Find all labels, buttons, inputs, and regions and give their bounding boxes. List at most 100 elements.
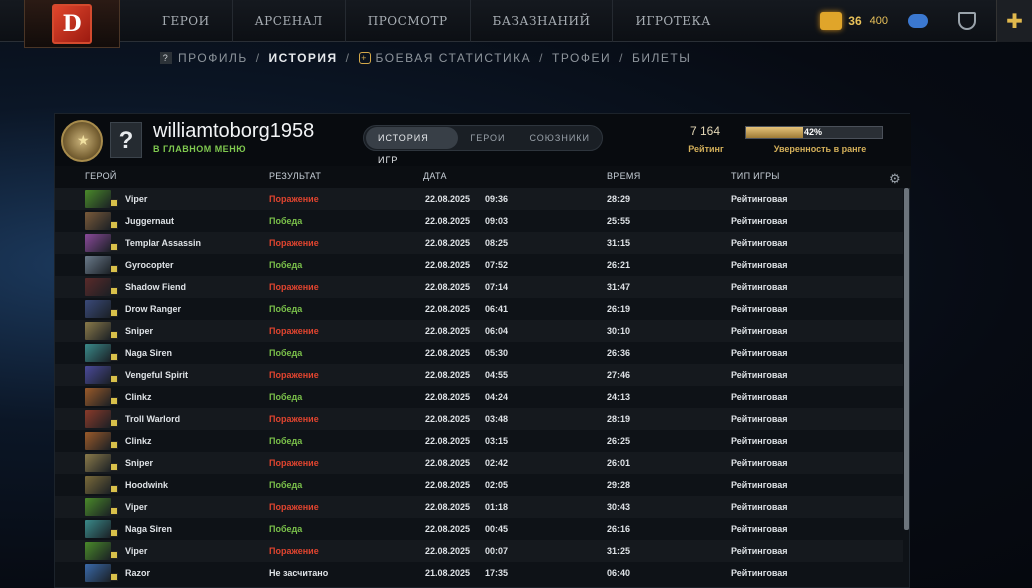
tab-allies[interactable]: СОЮЗНИКИ	[517, 127, 602, 149]
right-tools: 36 400 ✚	[820, 0, 1032, 42]
tab-match-history[interactable]: ИСТОРИЯ ИГР	[366, 127, 459, 165]
game-type: Рейтинговая	[731, 546, 788, 556]
table-row[interactable]: Viper Поражение 22.08.2025 01:18 30:43 Рейтин…	[55, 496, 903, 518]
dota-menu-button[interactable]: D	[24, 0, 120, 48]
game-type: Рейтинговая	[731, 568, 788, 578]
match-date: 22.08.2025	[425, 392, 471, 402]
nav-watch[interactable]: ПРОСМОТР	[344, 0, 470, 42]
table-row[interactable]: Vengeful Spirit Поражение 22.08.2025 04:55 2…	[55, 364, 903, 386]
hero-name: Hoodwink	[125, 480, 168, 490]
hero-portrait-icon	[85, 344, 111, 362]
subnav-profile[interactable]: ПРОФИЛЬ	[178, 51, 248, 65]
match-date: 22.08.2025	[425, 348, 471, 358]
table-row[interactable]: Juggernaut Победа 22.08.2025 09:03 25:55 Рейт…	[55, 210, 903, 232]
subnav-combat-stats[interactable]: БОЕВАЯ СТАТИСТИКА	[376, 51, 532, 65]
match-time: 00:45	[485, 524, 509, 534]
combat-stats-icon: +	[358, 52, 371, 64]
subnav-trophies[interactable]: ТРОФЕИ	[552, 51, 611, 65]
hero-facet-icon	[110, 551, 118, 559]
header-hero[interactable]: ГЕРОЙ	[85, 171, 117, 181]
match-time: 02:42	[485, 458, 509, 468]
main-nav: ГЕРОИ АРСЕНАЛ ПРОСМОТР БАЗАЗНАНИЙ ИГРОТЕ…	[140, 0, 733, 42]
match-time: 03:48	[485, 414, 509, 424]
hero-portrait-icon	[85, 520, 111, 538]
avatar[interactable]: ?	[110, 122, 142, 158]
hero-name: Clinkz	[125, 436, 152, 446]
settings-shield-icon[interactable]	[958, 12, 976, 30]
hero-portrait-icon	[85, 498, 111, 516]
nav-learn[interactable]: БАЗАЗНАНИЙ	[469, 0, 613, 42]
table-row[interactable]: Naga Siren Победа 22.08.2025 00:45 26:16 Рейт…	[55, 518, 903, 540]
match-duration: 24:13	[607, 392, 631, 402]
match-time: 01:18	[485, 502, 509, 512]
match-date: 22.08.2025	[425, 458, 471, 468]
table-row[interactable]: Shadow Fiend Поражение 22.08.2025 07:14 31:4…	[55, 276, 903, 298]
table-row[interactable]: Hoodwink Победа 22.08.2025 02:05 29:28 Рейтин…	[55, 474, 903, 496]
hero-name: Viper	[125, 502, 148, 512]
match-time: 17:35	[485, 568, 509, 578]
chat-icon[interactable]	[908, 14, 928, 28]
gear-icon[interactable]: ⚙	[889, 171, 901, 187]
header-result[interactable]: РЕЗУЛЬТАТ	[269, 171, 321, 181]
hero-facet-icon	[110, 287, 118, 295]
match-duration: 26:19	[607, 304, 631, 314]
game-type: Рейтинговая	[731, 414, 788, 424]
nav-armory[interactable]: АРСЕНАЛ	[231, 0, 345, 42]
tab-heroes[interactable]: ГЕРОИ	[458, 127, 517, 149]
table-row[interactable]: Troll Warlord Поражение 22.08.2025 03:48 28:…	[55, 408, 903, 430]
match-duration: 29:28	[607, 480, 631, 490]
hero-facet-icon	[110, 221, 118, 229]
hero-facet-icon	[110, 353, 118, 361]
match-time: 02:05	[485, 480, 509, 490]
hero-portrait-icon	[85, 388, 111, 406]
match-duration: 31:15	[607, 238, 631, 248]
match-duration: 30:43	[607, 502, 631, 512]
match-duration: 31:25	[607, 546, 631, 556]
hero-name: Gyrocopter	[125, 260, 174, 270]
table-row[interactable]: Sniper Поражение 22.08.2025 02:42 26:01 Рейти…	[55, 452, 903, 474]
table-row[interactable]: Naga Siren Победа 22.08.2025 05:30 26:36 Рейт…	[55, 342, 903, 364]
table-row[interactable]: Viper Поражение 22.08.2025 00:07 31:25 Рейтин…	[55, 540, 903, 562]
table-row[interactable]: Gyrocopter Победа 22.08.2025 07:52 26:21 Рейт…	[55, 254, 903, 276]
hero-portrait-icon	[85, 278, 111, 296]
match-duration: 26:25	[607, 436, 631, 446]
header-date[interactable]: ДАТА	[423, 171, 447, 181]
table-row[interactable]: Templar Assassin Поражение 22.08.2025 08:25…	[55, 232, 903, 254]
match-time: 04:55	[485, 370, 509, 380]
hero-name: Viper	[125, 546, 148, 556]
hero-name: Naga Siren	[125, 348, 173, 358]
subnav-tickets[interactable]: БИЛЕТЫ	[632, 51, 691, 65]
table-row[interactable]: Razor Не засчитано 21.08.2025 17:35 06:40 Рей…	[55, 562, 903, 584]
table-row[interactable]: Viper Поражение 22.08.2025 09:36 28:29 Рейтин…	[55, 188, 903, 210]
table-row[interactable]: Drow Ranger Победа 22.08.2025 06:41 26:19 Рей…	[55, 298, 903, 320]
table-row[interactable]: Clinkz Победа 22.08.2025 04:24 24:13 Рейтинго…	[55, 386, 903, 408]
gold-chest-icon[interactable]	[820, 12, 843, 30]
match-rows: Viper Поражение 22.08.2025 09:36 28:29 Рейтин…	[55, 188, 903, 588]
table-row[interactable]: Sniper Поражение 22.08.2025 06:04 30:10 Рейти…	[55, 320, 903, 342]
match-date: 21.08.2025	[425, 568, 471, 578]
match-duration: 28:29	[607, 194, 631, 204]
subnav-history[interactable]: ИСТОРИЯ	[269, 51, 338, 65]
play-dota-button[interactable]: ✚	[996, 0, 1032, 42]
game-type: Рейтинговая	[731, 326, 788, 336]
match-date: 22.08.2025	[425, 524, 471, 534]
match-duration: 28:19	[607, 414, 631, 424]
hero-facet-icon	[110, 375, 118, 383]
match-result: Победа	[269, 436, 303, 446]
nav-arcade[interactable]: ИГРОТЕКА	[612, 0, 732, 42]
match-result: Поражение	[269, 238, 319, 248]
header-game-type[interactable]: ТИП ИГРЫ	[731, 171, 780, 181]
match-time: 00:07	[485, 546, 509, 556]
match-date: 22.08.2025	[425, 436, 471, 446]
match-result: Поражение	[269, 502, 319, 512]
header-duration[interactable]: ВРЕМЯ	[607, 171, 641, 181]
separator: /	[619, 51, 624, 65]
scrollbar[interactable]	[904, 188, 909, 530]
match-result: Поражение	[269, 194, 319, 204]
table-row[interactable]: Clinkz Победа 22.08.2025 03:15 26:25 Рейтинго…	[55, 430, 903, 452]
game-type: Рейтинговая	[731, 194, 788, 204]
nav-heroes[interactable]: ГЕРОИ	[140, 0, 232, 42]
hero-facet-icon	[110, 441, 118, 449]
sub-navigation: ? ПРОФИЛЬ / ИСТОРИЯ / + БОЕВАЯ СТАТИСТИК…	[160, 49, 691, 67]
hero-name: Shadow Fiend	[125, 282, 187, 292]
